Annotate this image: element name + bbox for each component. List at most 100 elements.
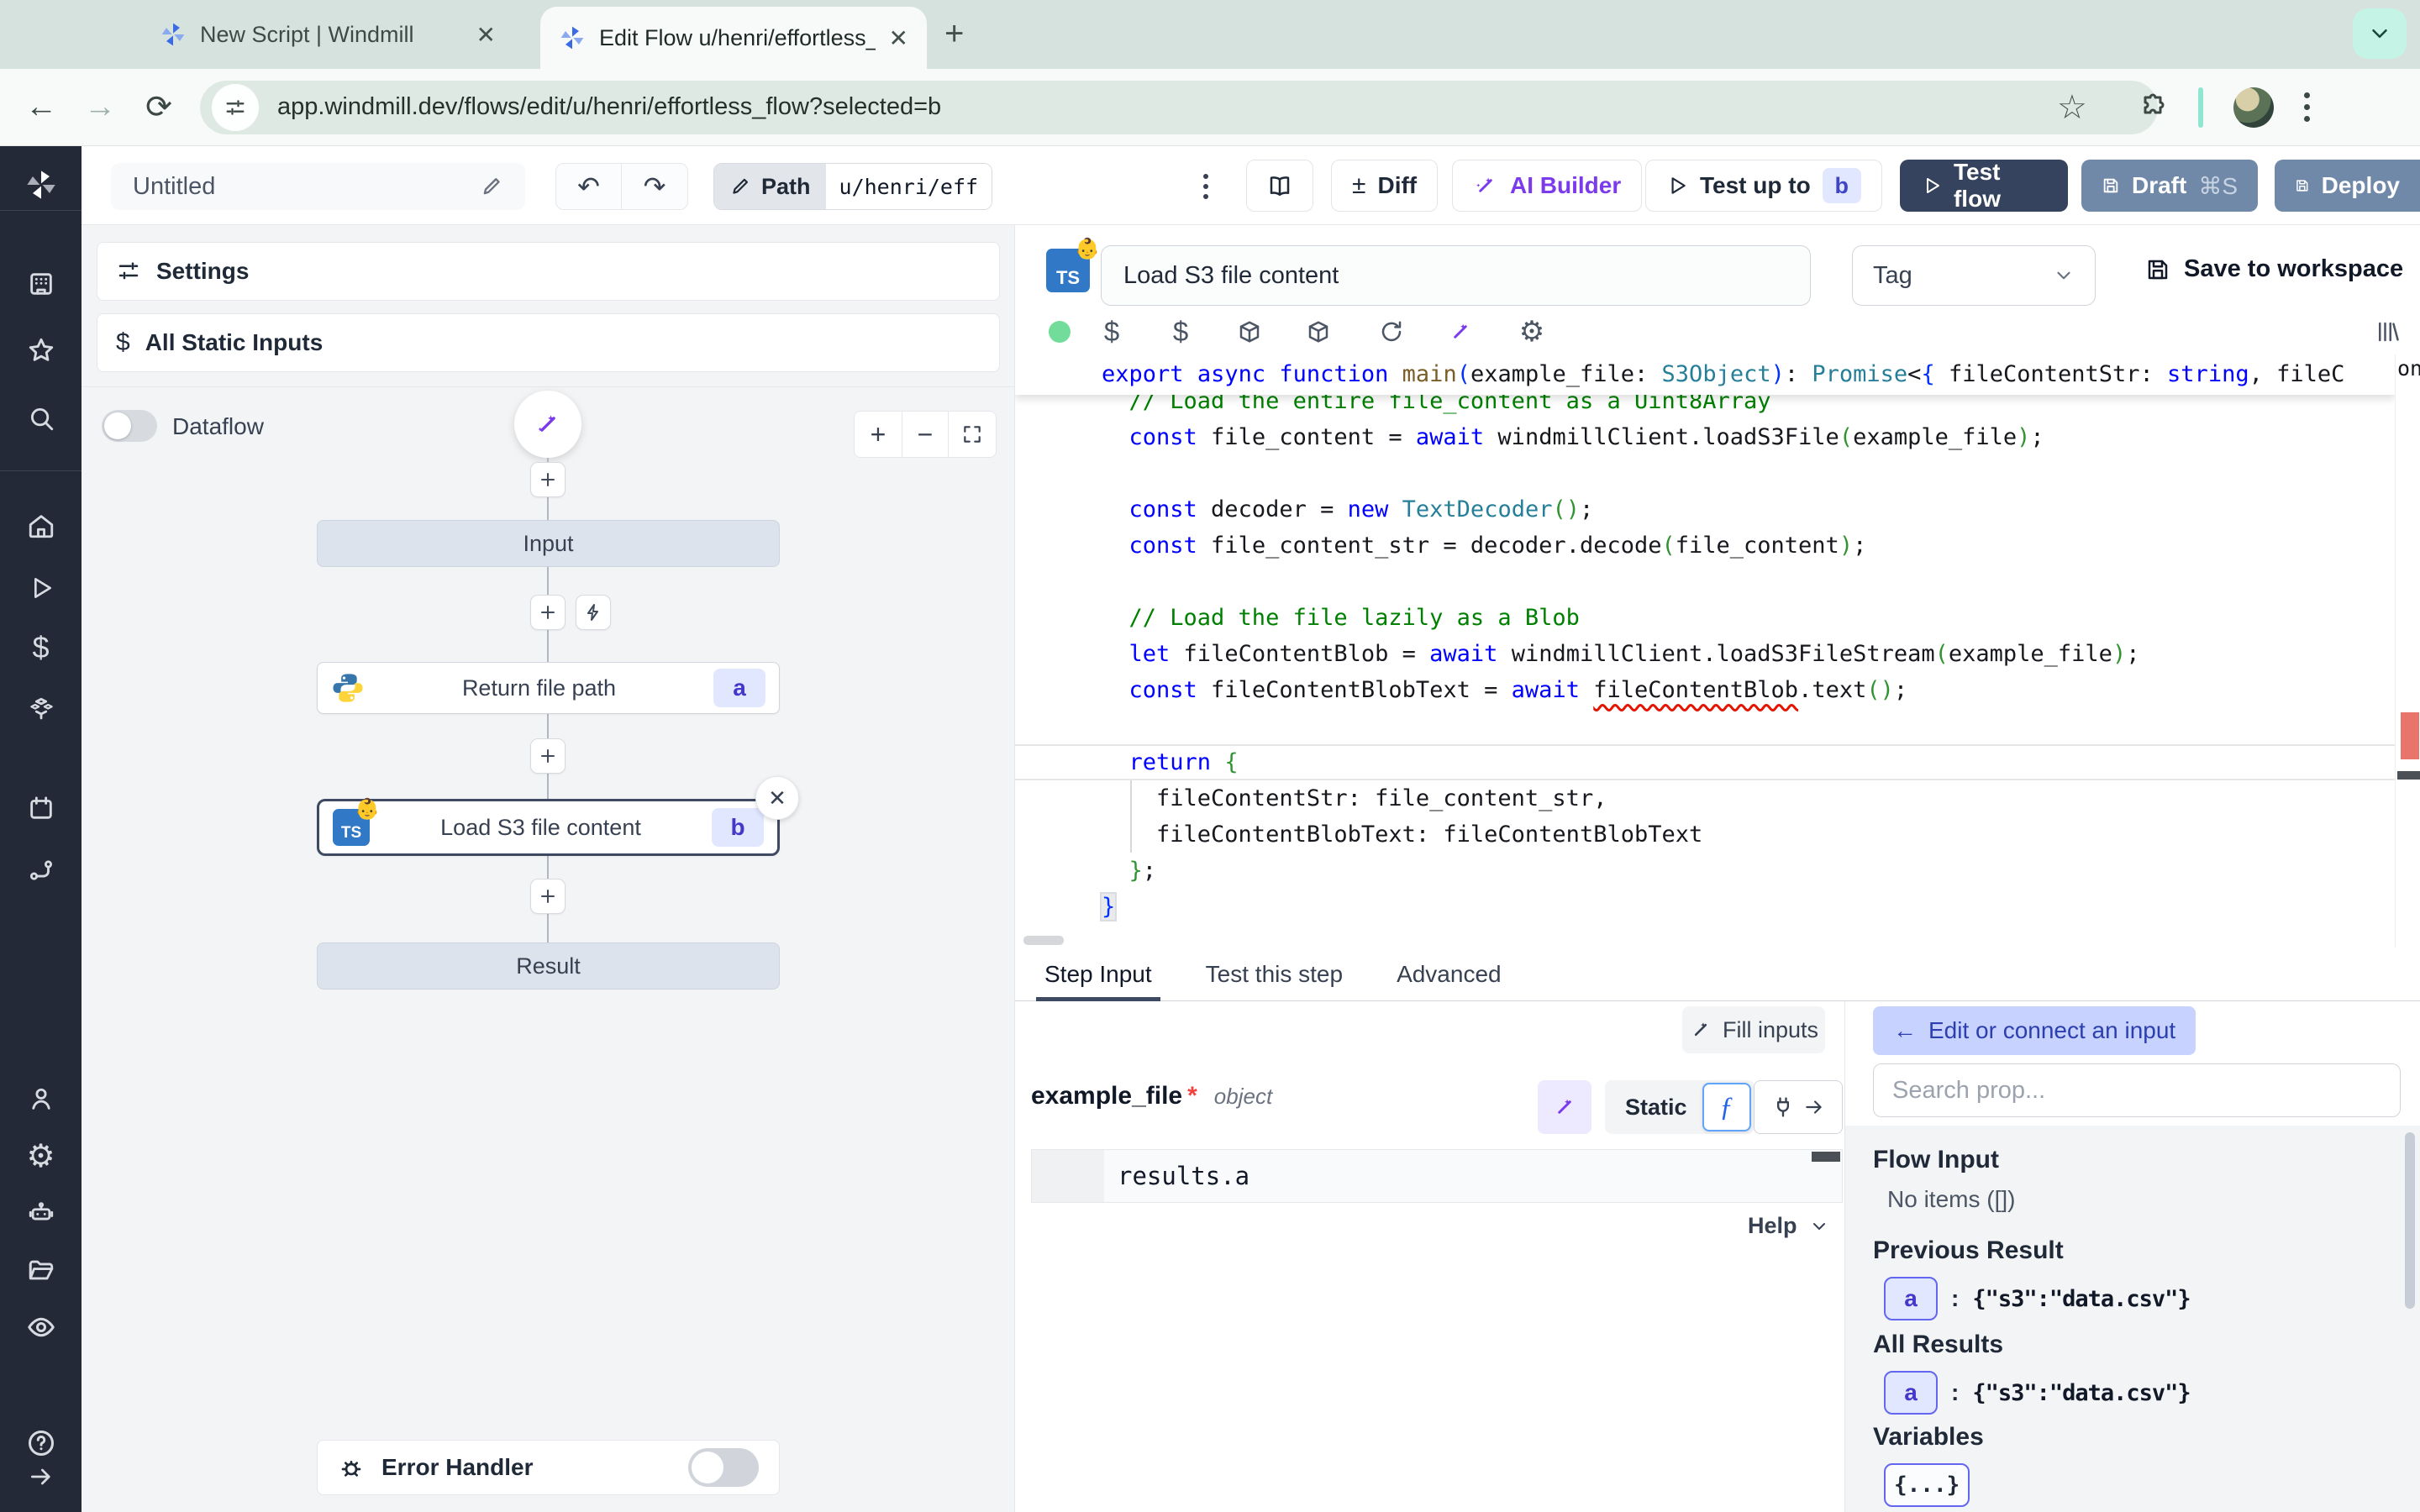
fill-inputs-button[interactable]: Fill inputs (1682, 1006, 1825, 1053)
insert-step-button[interactable] (530, 462, 566, 497)
tag-select[interactable]: Tag (1852, 245, 2096, 306)
browser-tab-inactive[interactable]: New Script | Windmill ✕ (143, 10, 513, 59)
expression-mode-button[interactable]: ƒ (1702, 1083, 1751, 1131)
plus-icon (538, 470, 558, 490)
ai-assistant-wand-icon[interactable] (1439, 311, 1481, 353)
url-bar[interactable]: app.windmill.dev/flows/edit/u/henri/effo… (200, 81, 2158, 134)
all-results-row[interactable]: a : {"s3":"data.csv"} (1884, 1371, 2191, 1415)
flow-name-field[interactable]: Untitled (111, 163, 525, 210)
error-handler-card[interactable]: Error Handler (317, 1440, 780, 1495)
step-name-input[interactable] (1101, 245, 1811, 306)
test-flow-button[interactable]: Test flow (1900, 160, 2068, 212)
result-badge[interactable]: a (1884, 1371, 1938, 1415)
flow-input-empty: No items ([]) (1887, 1186, 2015, 1213)
editor-settings-gear-icon[interactable]: ⚙ (1511, 311, 1553, 353)
sidebar-item-variables[interactable]: $ (0, 624, 82, 671)
resources-dollar-icon[interactable]: $ (1160, 311, 1202, 353)
previous-result-row[interactable]: a : {"s3":"data.csv"} (1884, 1277, 2191, 1320)
zoom-in-button[interactable]: + (855, 412, 902, 457)
sidebar-item-home[interactable] (0, 502, 82, 549)
browser-menu-icon[interactable] (2304, 92, 2310, 122)
flow-input-node[interactable]: Input (317, 520, 780, 567)
code-editor[interactable]: // Load the entire file_content as a Uin… (1015, 354, 2420, 948)
windmill-favicon (160, 21, 187, 48)
edit-or-connect-button[interactable]: ← Edit or connect an input (1873, 1006, 2196, 1055)
dataflow-toggle[interactable] (102, 410, 157, 442)
browser-tab-active[interactable]: Edit Flow u/henri/effortless_fl ✕ (540, 7, 927, 69)
library-panel-icon[interactable] (2366, 311, 2408, 353)
sidebar-item-settings[interactable]: ⚙ (0, 1132, 82, 1179)
tab-step-input[interactable]: Step Input (1044, 948, 1152, 1001)
error-marker (2401, 712, 2419, 759)
tab-advanced[interactable]: Advanced (1397, 948, 1502, 1001)
test-up-to-button[interactable]: Test up to b (1645, 160, 1882, 212)
draft-button[interactable]: Draft ⌘S (2081, 160, 2258, 212)
new-tab-button[interactable]: + (944, 17, 964, 50)
ai-builder-button[interactable]: AI Builder (1452, 160, 1642, 212)
sidebar-item-schedules[interactable] (0, 785, 82, 832)
diff-button[interactable]: ± Diff (1331, 160, 1438, 212)
prop-search-input[interactable] (1873, 1063, 2401, 1117)
sidebar-item-user[interactable] (0, 1075, 82, 1122)
redo-button[interactable]: ↷ (622, 164, 687, 209)
close-icon[interactable]: ✕ (476, 21, 496, 49)
all-static-inputs-button[interactable]: $ All Static Inputs (97, 313, 1000, 372)
scrollbar-thumb[interactable] (2397, 771, 2420, 780)
delete-step-button[interactable]: ✕ (755, 776, 799, 820)
sidebar-item-audit-logs[interactable] (0, 1304, 82, 1351)
ai-fill-field-button[interactable] (1538, 1080, 1591, 1134)
step-node-a[interactable]: Return file path a (317, 662, 780, 714)
sidebar-item-workers[interactable] (0, 1189, 82, 1236)
extensions-icon[interactable] (2138, 92, 2168, 123)
windmill-logo[interactable] (0, 161, 82, 208)
variables-row[interactable]: {...} (1884, 1463, 1970, 1507)
ai-flow-wand-button[interactable] (514, 391, 581, 458)
insert-trigger-button[interactable] (576, 595, 611, 630)
sidebar-item-resources[interactable] (0, 686, 82, 733)
insert-step-button[interactable] (530, 738, 566, 774)
save-to-workspace-button[interactable]: Save to workspace (2145, 255, 2403, 283)
docs-button[interactable] (1246, 160, 1313, 212)
package-icon[interactable] (1297, 311, 1339, 353)
site-settings-icon[interactable] (212, 84, 259, 131)
sidebar-item-favorites[interactable] (0, 327, 82, 374)
help-dropdown[interactable]: Help (1748, 1213, 1829, 1239)
variables-icon[interactable]: $ (1091, 311, 1133, 353)
reload-icon[interactable] (1370, 311, 1413, 353)
insert-step-button[interactable] (530, 595, 566, 630)
sidebar-item-search[interactable] (0, 395, 82, 442)
flow-settings-button[interactable]: Settings (97, 242, 1000, 301)
sidebar-item-folders[interactable] (0, 1247, 82, 1294)
field-expression-editor[interactable]: results.a (1031, 1149, 1843, 1203)
back-button[interactable]: ← (12, 89, 71, 125)
dataflow-label: Dataflow (172, 413, 264, 440)
sidebar-item-runs[interactable] (0, 564, 82, 612)
fit-view-button[interactable] (949, 412, 996, 457)
bookmark-star-icon[interactable]: ☆ (2057, 88, 2087, 127)
flow-result-node[interactable]: Result (317, 942, 780, 990)
reload-button[interactable]: ⟳ (129, 88, 188, 126)
tab-test-this-step[interactable]: Test this step (1206, 948, 1343, 1001)
zoom-out-button[interactable]: − (902, 412, 949, 457)
package-icon[interactable] (1228, 311, 1270, 353)
close-icon[interactable]: ✕ (889, 24, 908, 52)
horizontal-scrollbar-thumb[interactable] (1023, 936, 1064, 945)
path-field[interactable]: Path u/henri/eff (713, 163, 992, 210)
error-handler-toggle[interactable] (688, 1448, 759, 1487)
sidebar-item-workspace[interactable] (0, 260, 82, 307)
tab-search-button[interactable] (2353, 8, 2407, 59)
result-badge[interactable]: a (1884, 1277, 1938, 1320)
scrollbar-thumb[interactable] (2405, 1132, 2415, 1309)
step-node-b-selected[interactable]: TS 👶 Load S3 file content b (317, 799, 780, 856)
sidebar-collapse-icon[interactable] (0, 1453, 82, 1500)
undo-button[interactable]: ↶ (556, 164, 622, 209)
variables-badge[interactable]: {...} (1884, 1463, 1970, 1507)
deploy-button[interactable]: Deploy (2275, 160, 2420, 212)
sidebar-item-flows[interactable] (0, 847, 82, 894)
connect-input-group[interactable] (1754, 1080, 1843, 1134)
insert-step-button[interactable] (530, 879, 566, 914)
forward-button[interactable]: → (71, 89, 129, 125)
more-options-icon[interactable] (1189, 165, 1223, 208)
editor-overview-ruler[interactable]: on (2395, 354, 2420, 948)
avatar[interactable] (2233, 87, 2274, 128)
